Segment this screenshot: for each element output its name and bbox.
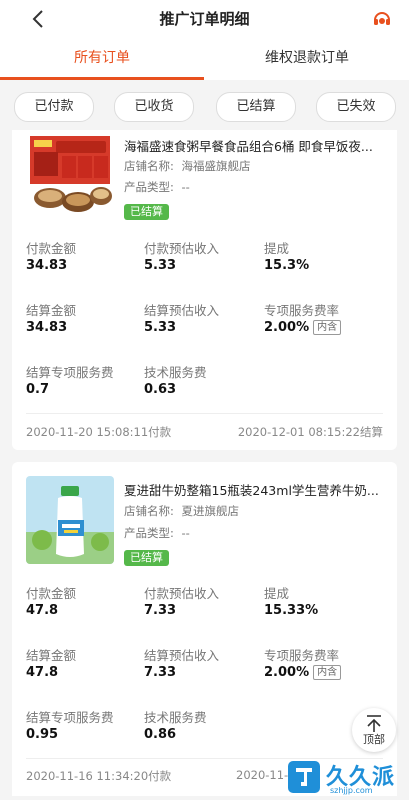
order-card[interactable]: 海福盛速食粥早餐食品组合6桶 即食早饭夜... 店铺名称: 海福盛旗舰店 产品类… <box>12 130 397 450</box>
paid-time: 2020-11-16 11:34:20付款 <box>26 769 172 783</box>
metric-value: 15.33% <box>264 603 319 618</box>
shop-label: 店铺名称: <box>124 504 174 518</box>
filter-paid-chip[interactable]: 已付款 <box>14 92 94 122</box>
watermark-url: szhjjp.com <box>330 786 373 795</box>
metric-label: 结算金额 <box>26 303 77 318</box>
watermark-logo: 久久派 szhjjp.com <box>286 758 406 796</box>
status-badge: 已结算 <box>124 550 169 566</box>
product-type-label: 产品类型: <box>124 180 174 194</box>
metric-label: 结算预估收入 <box>144 303 220 318</box>
header-bar: 推广订单明细 <box>0 0 409 36</box>
metric-value: 0.63 <box>144 382 177 397</box>
metric-label: 提成 <box>264 586 290 601</box>
filter-settled-chip[interactable]: 已结算 <box>216 92 296 122</box>
metric-value: 5.33 <box>144 258 177 273</box>
tab-refund-orders[interactable]: 维权退款订单 <box>205 36 409 80</box>
paid-time: 2020-11-20 15:08:11付款 <box>26 425 172 439</box>
product-type-value: -- <box>181 180 190 194</box>
metric-value-with-tag: 2.00% 内含 <box>264 320 342 335</box>
metric-label: 技术服务费 <box>144 710 207 725</box>
product-type-value: -- <box>181 526 190 540</box>
status-badge: 已结算 <box>124 204 169 220</box>
metric-value: 2.00% <box>264 320 310 335</box>
metric-label: 付款金额 <box>26 586 77 601</box>
metric-value: 7.33 <box>144 665 177 680</box>
order-card[interactable]: 夏进甜牛奶整箱15瓶装243ml学生营养牛奶... 店铺名称: 夏进旗舰店 产品… <box>12 462 397 796</box>
back-to-top-label: 顶部 <box>363 733 385 746</box>
shop-name-row: 店铺名称: 海福盛旗舰店 <box>124 158 251 174</box>
metric-value: 0.7 <box>26 382 50 397</box>
shop-label: 店铺名称: <box>124 159 174 173</box>
product-type-row: 产品类型: -- <box>124 179 190 195</box>
metric-label: 提成 <box>264 241 290 256</box>
metric-value: 0.86 <box>144 727 177 742</box>
metric-label: 付款预估收入 <box>144 241 220 256</box>
metric-label: 结算金额 <box>26 648 77 663</box>
status-filters: 已付款 已收货 已结算 已失效 <box>0 80 409 130</box>
included-tag: 内含 <box>313 320 342 335</box>
product-title[interactable]: 海福盛速食粥早餐食品组合6桶 即食早饭夜... <box>124 136 386 155</box>
metric-value: 15.3% <box>264 258 310 273</box>
metric-value: 47.8 <box>26 665 59 680</box>
product-image <box>26 132 114 220</box>
metric-value-with-tag: 2.00% 内含 <box>264 665 342 680</box>
product-title[interactable]: 夏进甜牛奶整箱15瓶装243ml学生营养牛奶... <box>124 480 386 499</box>
metric-value: 5.33 <box>144 320 177 335</box>
metric-label: 结算专项服务费 <box>26 365 114 380</box>
settled-time: 2020-12-01 08:15:22结算 <box>237 425 383 439</box>
back-to-top-button[interactable]: 顶部 <box>352 708 396 752</box>
included-tag: 内含 <box>313 665 342 680</box>
product-image <box>26 476 114 564</box>
metric-value: 34.83 <box>26 320 68 335</box>
metric-label: 付款预估收入 <box>144 586 220 601</box>
customer-service-icon[interactable] <box>371 8 393 30</box>
metric-value: 0.95 <box>26 727 59 742</box>
product-type-label: 产品类型: <box>124 526 174 540</box>
metric-value: 47.8 <box>26 603 59 618</box>
tab-all-orders[interactable]: 所有订单 <box>0 36 204 80</box>
metric-value: 7.33 <box>144 603 177 618</box>
filter-invalid-chip[interactable]: 已失效 <box>316 92 396 122</box>
product-type-row: 产品类型: -- <box>124 525 190 541</box>
shop-name: 夏进旗舰店 <box>181 504 240 518</box>
filter-received-chip[interactable]: 已收货 <box>114 92 194 122</box>
metric-label: 结算专项服务费 <box>26 710 114 725</box>
metric-label: 专项服务费率 <box>264 303 340 318</box>
divider <box>26 413 383 414</box>
metric-value: 2.00% <box>264 665 310 680</box>
order-tabs: 所有订单 维权退款订单 <box>0 36 409 81</box>
metric-label: 付款金额 <box>26 241 77 256</box>
settled-time: 2020-11- <box>236 768 289 782</box>
metric-label: 结算预估收入 <box>144 648 220 663</box>
metric-label: 技术服务费 <box>144 365 207 380</box>
metric-value: 34.83 <box>26 258 68 273</box>
shop-name-row: 店铺名称: 夏进旗舰店 <box>124 503 239 519</box>
shop-name: 海福盛旗舰店 <box>181 159 251 173</box>
page-title: 推广订单明细 <box>159 10 250 28</box>
metric-label: 专项服务费率 <box>264 648 340 663</box>
